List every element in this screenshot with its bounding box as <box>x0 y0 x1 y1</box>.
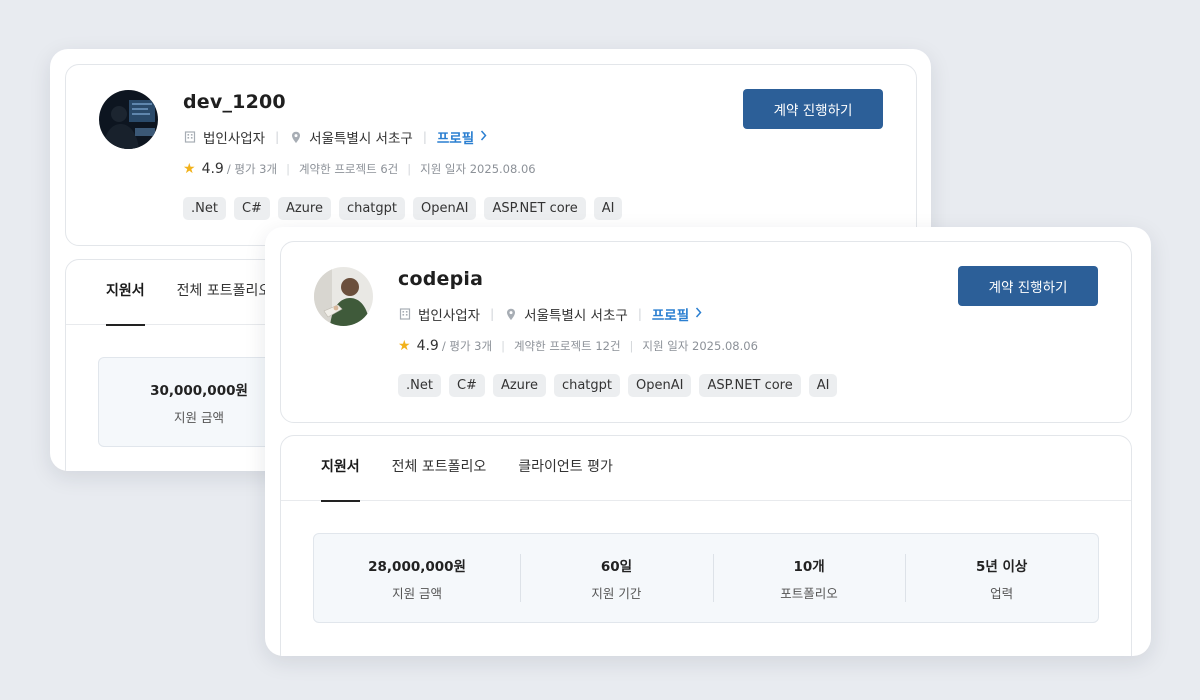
skill-tags: .Net C# Azure chatgpt OpenAI ASP.NET cor… <box>398 374 838 397</box>
map-pin-icon <box>289 130 303 144</box>
summary-label: 지원 금액 <box>392 585 443 601</box>
business-type: 법인사업자 <box>203 131 266 147</box>
building-icon <box>398 307 412 321</box>
review-count: / 평가 3개 <box>441 339 493 353</box>
apply-date: 지원 일자 2025.08.06 <box>642 339 758 353</box>
tab-application[interactable]: 지원서 <box>106 260 145 326</box>
map-pin-icon <box>504 307 518 321</box>
skill-tag: Azure <box>277 197 331 220</box>
profile-link[interactable]: 프로필 <box>437 127 487 147</box>
skill-tag: ASP.NET core <box>699 374 801 397</box>
project-count: 계약한 프로젝트 12건 <box>513 339 621 353</box>
tab-portfolio[interactable]: 전체 포트폴리오 <box>177 260 272 325</box>
star-icon: ★ <box>183 161 196 177</box>
separator: | <box>286 162 290 176</box>
summary-panel: 28,000,000원 지원 금액 60일 지원 기간 10개 포트폴리오 5년… <box>313 533 1099 623</box>
skill-tag: C# <box>448 374 485 397</box>
location: 서울특별시 서초구 <box>309 131 413 147</box>
chevron-right-icon <box>695 307 702 321</box>
summary-label: 업력 <box>990 585 1014 601</box>
separator: | <box>407 162 412 176</box>
skill-tag: OpenAI <box>628 374 692 397</box>
meta-row: 법인사업자 | 서울특별시 서초구 | 프로필 <box>183 127 487 147</box>
skill-tags: .Net C# Azure chatgpt OpenAI ASP.NET cor… <box>183 197 623 220</box>
tab-client-reviews[interactable]: 클라이언트 평가 <box>518 436 613 501</box>
rating: 4.9 <box>416 338 439 354</box>
separator: | <box>501 339 505 353</box>
application-detail: 지원서 전체 포트폴리오 클라이언트 평가 28,000,000원 지원 금액 … <box>280 435 1132 656</box>
project-count: 계약한 프로젝트 6건 <box>298 162 399 176</box>
summary-value: 5년 이상 <box>975 558 1028 575</box>
skill-tag: C# <box>233 197 270 220</box>
skill-tag: ASP.NET core <box>484 197 586 220</box>
summary-amount: 28,000,000원 지원 금액 <box>314 554 520 602</box>
skill-tag: .Net <box>398 374 441 397</box>
rating: 4.9 <box>201 161 224 177</box>
summary-label: 지원 기간 <box>591 585 642 601</box>
stat-row: ★ 4.9 / 평가 3개 | 계약한 프로젝트 12건 | 지원 일자 202… <box>398 338 758 354</box>
skill-tag: .Net <box>183 197 226 220</box>
tab-bar: 지원서 전체 포트폴리오 클라이언트 평가 <box>281 436 1131 502</box>
avatar[interactable] <box>99 90 158 149</box>
applicant-card-front: codepia 법인사업자 | 서울특별시 서초구 | 프로필 ★ 4.9 / … <box>265 227 1151 656</box>
meta-row: 법인사업자 | 서울특별시 서초구 | 프로필 <box>398 304 702 324</box>
separator: | <box>490 307 495 321</box>
summary-period: 60일 지원 기간 <box>520 554 713 602</box>
username: codepia <box>398 268 484 290</box>
summary-label: 포트폴리오 <box>780 585 838 601</box>
summary-value: 10개 <box>793 558 825 575</box>
profile-link[interactable]: 프로필 <box>652 304 702 324</box>
stat-row: ★ 4.9 / 평가 3개 | 계약한 프로젝트 6건 | 지원 일자 2025… <box>183 161 536 177</box>
profile-section: dev_1200 법인사업자 | 서울특별시 서초구 | 프로필 ★ 4.9 /… <box>65 64 917 246</box>
location: 서울특별시 서초구 <box>524 308 628 324</box>
profile-link-label: 프로필 <box>436 131 475 147</box>
separator: | <box>275 130 280 144</box>
star-icon: ★ <box>398 338 411 354</box>
skill-tag: AI <box>593 197 623 220</box>
tab-application[interactable]: 지원서 <box>321 436 360 502</box>
summary-value: 28,000,000원 <box>368 558 466 575</box>
summary-value: 60일 <box>600 558 633 575</box>
separator: | <box>422 130 427 144</box>
summary-portfolio: 10개 포트폴리오 <box>712 554 906 602</box>
profile-section: codepia 법인사업자 | 서울특별시 서초구 | 프로필 ★ 4.9 / … <box>280 241 1132 423</box>
contract-button[interactable]: 계약 진행하기 <box>958 266 1098 306</box>
business-type: 법인사업자 <box>418 308 481 324</box>
skill-tag: chatgpt <box>338 197 406 220</box>
username: dev_1200 <box>183 91 286 113</box>
summary-experience: 5년 이상 업력 <box>905 554 1098 602</box>
skill-tag: chatgpt <box>553 374 621 397</box>
separator: | <box>629 339 634 353</box>
chevron-right-icon <box>480 130 487 144</box>
building-icon <box>183 130 197 144</box>
tab-portfolio[interactable]: 전체 포트폴리오 <box>392 436 487 501</box>
contract-button[interactable]: 계약 진행하기 <box>743 89 883 129</box>
avatar[interactable] <box>314 267 373 326</box>
apply-date: 지원 일자 2025.08.06 <box>420 162 536 176</box>
skill-tag: Azure <box>492 374 546 397</box>
separator: | <box>637 307 642 321</box>
profile-link-label: 프로필 <box>651 308 690 324</box>
skill-tag: OpenAI <box>413 197 477 220</box>
review-count: / 평가 3개 <box>226 162 278 176</box>
skill-tag: AI <box>808 374 838 397</box>
